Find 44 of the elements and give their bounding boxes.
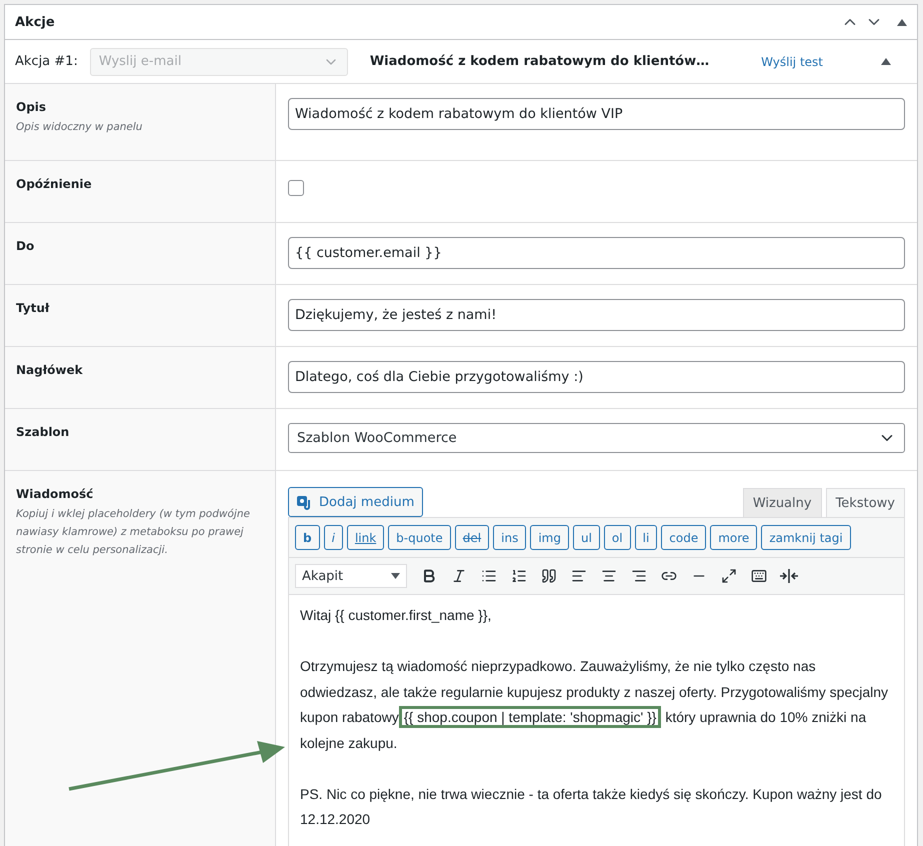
message-text: Witaj {{ customer.first_name }}, [300, 606, 492, 625]
quicktag-button[interactable]: b-quote [388, 525, 451, 550]
text-field[interactable]: Dlatego, coś dla Ciebie przygotowaliśmy :) [288, 361, 905, 393]
text-field[interactable]: Dziękujemy, że jesteś z nami! [288, 299, 905, 331]
quicktag-button[interactable]: b [295, 525, 320, 550]
highlight-frame: {{ shop.coupon | template: 'shopmagic' }} [398, 706, 662, 728]
field-label: Opóźnienie [16, 177, 93, 191]
quicktag-button[interactable]: ins [493, 525, 526, 550]
quicktag-button[interactable]: i [324, 525, 343, 550]
add-media-button[interactable]: Dodaj medium [288, 487, 424, 517]
template-select[interactable]: Szablon WooCommerce [288, 423, 905, 453]
quicktag-button[interactable]: li [634, 525, 658, 550]
quicktag-button[interactable]: ol [604, 525, 631, 550]
editor-tab[interactable]: Tekstowy [826, 488, 905, 517]
quicktag-button[interactable]: zamknij tagi [761, 525, 851, 550]
text-field[interactable]: Wiadomość z kodem rabatowym do klientów VIP [288, 98, 905, 130]
field-label: Wiadomość [16, 487, 94, 501]
field-label: Tytuł [16, 301, 50, 315]
field-label: Nagłówek [16, 363, 84, 377]
message-text: Otrzymujesz tą wiadomość nieprzypadkowo. Zauważyliśmy, że nie tylko często nas odwiedzasz, ale także regularnie kupujesz produkty z naszej oferty. Przygotowaliśmy specjalny kupon rabatowy {{ shop.coupon | template: 'shopmagic' }} który uprawnia do 10% zniżki na kolejne zakupu. [300, 657, 890, 753]
format-select[interactable]: Akapit [295, 564, 407, 588]
quicktag-button[interactable]: link [346, 525, 384, 550]
action-title: Wiadomość z kodem rabatowym do klientów… [370, 54, 710, 69]
media-icon [297, 494, 313, 510]
quicktag-button[interactable]: code [661, 525, 706, 550]
editor-tab[interactable]: Wizualny [742, 488, 822, 517]
collapse-icon[interactable] [881, 58, 891, 65]
caret-icon [391, 573, 400, 579]
message-text: PS. Nic co piękne, nie trwa wiecznie - ta oferta także kiedyś się skończy. Kupon ważny jest do 12.12.2020 [300, 784, 883, 829]
field-hint: Opis widoczny w panelu [16, 120, 144, 135]
text-field[interactable]: {{ customer.email }} [288, 237, 905, 269]
checkbox[interactable] [288, 180, 304, 196]
collapse-icon[interactable] [897, 18, 907, 26]
field-label: Opis [16, 100, 48, 114]
field-hint: Kopiuj i wklej placeholdery (w tym podwójne nawiasy klamrowe) z metaboksu po prawej stronie w celu personalizacji. [16, 507, 251, 558]
field-label: Szablon [16, 425, 70, 439]
panel-title: Akcje [15, 14, 56, 30]
field-label: Do [16, 239, 36, 253]
quicktag-button[interactable]: more [710, 525, 758, 550]
action-label: Akcja #1: [15, 54, 78, 69]
quicktag-button[interactable]: del [454, 525, 490, 550]
send-test-link[interactable]: Wyślij test [761, 54, 823, 68]
quicktag-button[interactable]: img [530, 525, 569, 550]
quicktag-button[interactable]: ul [572, 525, 600, 550]
